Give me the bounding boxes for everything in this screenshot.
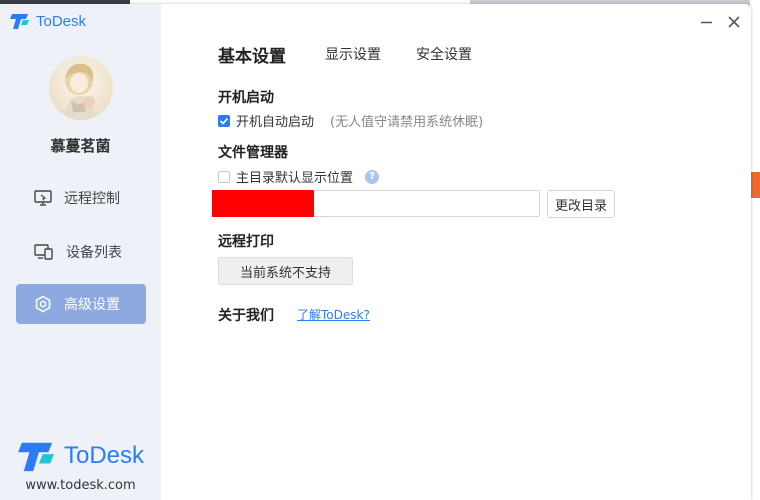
help-icon[interactable]: ? xyxy=(365,169,380,184)
sidebar-item-device-list[interactable]: 设备列表 xyxy=(16,232,146,272)
app-title: ToDesk xyxy=(36,12,87,30)
devices-icon xyxy=(34,243,53,260)
footer-brand: ToDesk xyxy=(18,439,144,473)
about-section-title: 关于我们 xyxy=(218,308,274,324)
redaction-block xyxy=(212,190,314,217)
auto-start-hint: (无人值守请禁用系统休眠) xyxy=(330,115,484,130)
background-orange-block xyxy=(750,172,760,198)
app-brand: ToDesk xyxy=(10,12,86,30)
file-manager-section-title: 文件管理器 xyxy=(218,145,288,161)
remote-print-section-title: 远程打印 xyxy=(218,234,274,250)
auto-start-checkbox[interactable] xyxy=(218,114,230,127)
footer-url: www.todesk.com xyxy=(25,478,136,493)
user-name: 慕蔓茗菌 xyxy=(50,137,111,155)
sidebar: ToDesk 慕蔓茗菌 远程控制 设备列表 高级设置 ToDesk www.to… xyxy=(0,4,161,500)
todesk-logo-icon xyxy=(18,442,54,472)
avatar-illustration xyxy=(63,63,97,120)
home-dir-row: 主目录默认显示位置 ? xyxy=(218,167,380,186)
close-button[interactable] xyxy=(726,14,742,30)
todesk-logo-icon xyxy=(10,14,29,29)
checkmark-icon xyxy=(219,117,229,125)
tab-basic-settings[interactable]: 基本设置 xyxy=(218,42,286,67)
sidebar-item-label: 设备列表 xyxy=(66,245,122,261)
settings-icon xyxy=(35,295,51,313)
minimize-button[interactable] xyxy=(699,14,715,30)
home-dir-checkbox[interactable] xyxy=(218,170,230,183)
remote-print-unsupported-button: 当前系统不支持 xyxy=(218,257,353,285)
background-window-strip xyxy=(750,0,760,500)
startup-row: 开机自动启动 (无人值守请禁用系统休眠) xyxy=(218,111,483,130)
sidebar-item-advanced-settings[interactable]: 高级设置 xyxy=(16,284,146,324)
close-icon xyxy=(728,16,740,28)
avatar[interactable] xyxy=(49,56,113,120)
tab-display-settings[interactable]: 显示设置 xyxy=(325,44,381,64)
monitor-icon xyxy=(34,189,52,206)
sidebar-item-label: 远程控制 xyxy=(64,191,120,207)
startup-section-title: 开机启动 xyxy=(218,90,274,106)
sidebar-item-label: 高级设置 xyxy=(64,297,120,313)
footer-brand-name: ToDesk xyxy=(64,442,145,469)
directory-path-input[interactable] xyxy=(212,190,540,217)
sidebar-item-remote-control[interactable]: 远程控制 xyxy=(16,178,146,218)
todesk-window: ToDesk 慕蔓茗菌 远程控制 设备列表 高级设置 ToDesk www.to… xyxy=(0,4,751,500)
auto-start-label: 开机自动启动 xyxy=(236,115,315,130)
tab-security-settings[interactable]: 安全设置 xyxy=(416,44,472,64)
home-dir-label: 主目录默认显示位置 xyxy=(236,171,354,186)
about-todesk-link[interactable]: 了解ToDesk? xyxy=(297,306,370,323)
change-directory-button[interactable]: 更改目录 xyxy=(547,190,615,218)
minimize-icon xyxy=(701,21,712,24)
